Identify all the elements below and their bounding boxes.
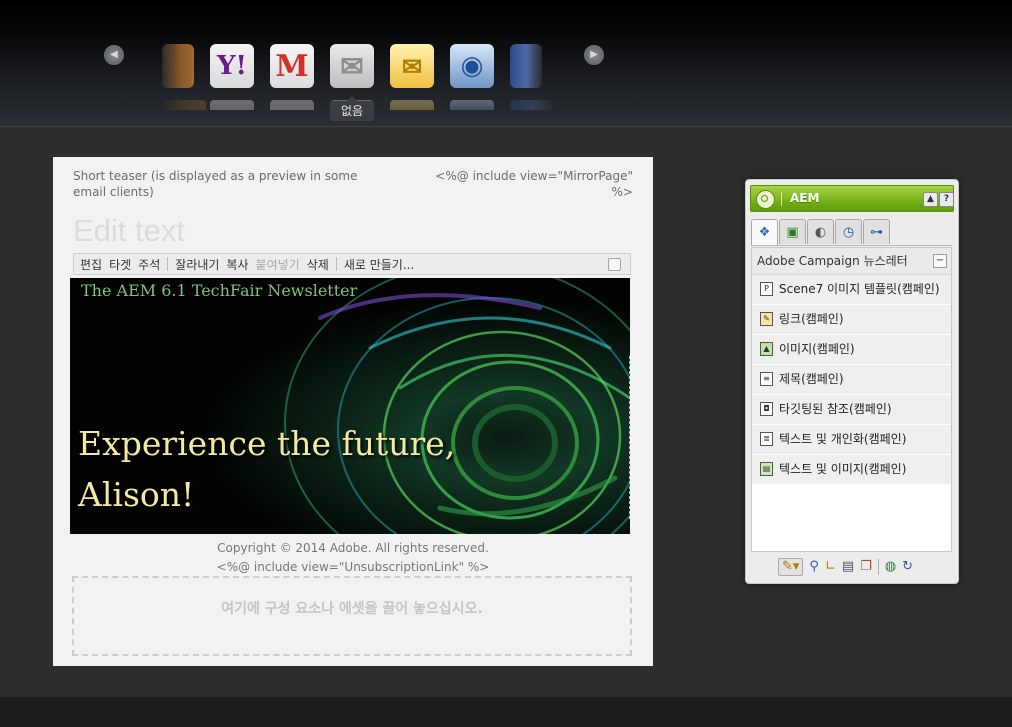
component-label: 타깃팅된 참조(캠페인) (779, 402, 892, 416)
carousel-next-button[interactable]: ▶ (584, 45, 604, 65)
text-personalization-icon: ≣ (760, 432, 773, 446)
envelope-glyph: ✉ (340, 49, 364, 83)
aem-logo-icon (756, 190, 775, 209)
title-icon: ≡ (760, 372, 773, 386)
outlook-icon[interactable]: ✉ (390, 44, 434, 110)
collapse-sidekick-button[interactable]: ▲ (923, 192, 938, 207)
yahoo-glyph: Y! (217, 51, 247, 81)
email-canvas: Short teaser (is displayed as a preview … (53, 157, 653, 666)
copy-button[interactable]: 복사 (226, 256, 248, 273)
gmail-icon[interactable]: M (270, 44, 314, 110)
delete-button[interactable]: 삭제 (307, 256, 329, 273)
component-item[interactable]: ≡ 제목(캠페인) (752, 365, 951, 395)
select-checkbox[interactable] (608, 258, 621, 271)
page-icon: ▣ (786, 224, 799, 240)
selected-device-label: 없음 (330, 96, 374, 121)
components-list: Adobe Campaign 뉴스레터 − P Scene7 이미지 템플릿(캠… (751, 247, 952, 552)
lock-icon: ◐ (814, 224, 827, 240)
component-label: Scene7 이미지 템플릿(캠페인) (779, 282, 940, 296)
page-properties-icon[interactable]: ▤ (842, 559, 854, 575)
globe-icon[interactable]: ◍ (885, 559, 896, 575)
component-item[interactable]: ≣ 텍스트 및 개인화(캠페인) (752, 425, 951, 455)
image-icon: ▲ (760, 342, 773, 356)
bottom-strip (0, 697, 1012, 727)
apple-mail-icon[interactable] (510, 44, 554, 110)
component-label: 링크(캠페인) (779, 312, 844, 326)
component-label: 제목(캠페인) (779, 372, 844, 386)
sidekick-title: AEM (790, 191, 820, 205)
bird-glyph: ◉ (460, 51, 484, 81)
mirror-page-include: <%@ include view="MirrorPage" %> (435, 169, 633, 199)
toolbar-separator (877, 559, 879, 575)
banner-header-text: The AEM 6.1 TechFair Newsletter (81, 281, 358, 300)
footer-copyright: Copyright © 2014 Adobe. All rights reser… (53, 539, 653, 577)
sidekick-tabs: ❖ ▣ ◐ ◷ ⊶ (751, 219, 952, 246)
clock-icon: ◷ (842, 224, 855, 240)
component-label: 텍스트 및 개인화(캠페인) (779, 432, 907, 446)
sidekick-panel: AEM ▲ ? ❖ ▣ ◐ ◷ ⊶ Adobe Campaign 뉴스레터 − … (745, 179, 959, 584)
banner-headline-line1: Experience the future, (78, 424, 456, 463)
sidekick-bottom-toolbar: ✎▾ ⚲ ∟ ▤ ❐ ◍ ↻ (751, 556, 952, 578)
cut-button[interactable]: 잘라내기 (175, 256, 219, 273)
short-teaser-text[interactable]: Short teaser (is displayed as a preview … (73, 168, 393, 200)
refresh-icon[interactable]: ↻ (902, 559, 913, 575)
design-mode-ruler-icon[interactable]: ∟ (825, 559, 836, 575)
clock-envelope-glyph: ✉ (401, 51, 423, 81)
component-outline (629, 356, 631, 519)
banner-headline-line2: Alison! (78, 475, 195, 514)
paste-button[interactable]: 붙여넣기 (256, 256, 300, 273)
device-carousel: ◀ Y! M ✉ ✉ ◉ ▶ 없음 (0, 0, 1012, 127)
target-button[interactable]: 타겟 (109, 256, 131, 273)
component-dropzone[interactable]: 여기에 구성 요소나 에셋을 끌어 놓으십시오. (72, 576, 632, 656)
toolbar-separator (335, 257, 337, 271)
help-button[interactable]: ? (939, 192, 954, 207)
link-pencil-icon: ✎ (760, 312, 773, 326)
carousel-prev-button[interactable]: ◀ (104, 45, 124, 65)
unsubscribe-include: <%@ include view="UnsubscriptionLink" %> (216, 560, 490, 574)
newsletter-banner-image[interactable]: The AEM 6.1 TechFair Newsletter Experien… (70, 278, 630, 534)
edit-mode-pencil-icon[interactable]: ✎▾ (778, 558, 804, 576)
new-button[interactable]: 새로 만들기... (344, 256, 414, 273)
tab-page[interactable]: ▣ (779, 219, 806, 244)
component-label: 이미지(캠페인) (779, 342, 855, 356)
sidekick-header[interactable]: AEM ▲ ? (750, 185, 954, 212)
components-icon: ❖ (758, 225, 771, 240)
component-item[interactable]: ▤ 텍스트 및 이미지(캠페인) (752, 455, 951, 485)
edit-text-placeholder[interactable]: Edit text (73, 213, 185, 249)
gmail-glyph: M (275, 48, 309, 84)
tab-versioning[interactable]: ◷ (835, 219, 862, 244)
component-group-label: Adobe Campaign 뉴스레터 (757, 254, 908, 268)
component-group-header[interactable]: Adobe Campaign 뉴스레터 − (752, 248, 951, 275)
thunderbird-icon[interactable] (162, 44, 206, 110)
thunderbird-icon[interactable]: ◉ (450, 44, 494, 110)
component-item[interactable]: ◘ 타깃팅된 참조(캠페인) (752, 395, 951, 425)
toolbar-separator (167, 257, 169, 271)
component-item[interactable]: ✎ 링크(캠페인) (752, 305, 951, 335)
preview-magnifier-icon[interactable]: ⚲ (809, 559, 819, 575)
tab-components[interactable]: ❖ (751, 219, 778, 245)
component-label: 텍스트 및 이미지(캠페인) (779, 462, 907, 476)
yahoo-mail-icon[interactable]: Y! (210, 44, 254, 110)
copyright-text: Copyright © 2014 Adobe. All rights reser… (217, 541, 489, 555)
targeted-reference-icon: ◘ (760, 402, 773, 416)
workflow-icon: ⊶ (870, 224, 883, 240)
tab-information[interactable]: ◐ (807, 219, 834, 244)
scene7-template-icon: P (760, 282, 773, 296)
generic-mail-icon[interactable]: ✉ (330, 44, 374, 110)
header-divider (781, 192, 782, 206)
component-edit-toolbar: 편집 타겟 주석 잘라내기 복사 붙여넣기 삭제 새로 만들기... (73, 253, 631, 275)
component-item[interactable]: P Scene7 이미지 템플릿(캠페인) (752, 275, 951, 305)
annotate-button[interactable]: 주석 (138, 256, 160, 273)
component-item[interactable]: ▲ 이미지(캠페인) (752, 335, 951, 365)
copy-page-icon[interactable]: ❐ (860, 559, 872, 575)
text-image-icon: ▤ (760, 462, 773, 476)
tab-workflow[interactable]: ⊶ (863, 219, 890, 244)
collapse-group-icon[interactable]: − (933, 254, 947, 268)
edit-button[interactable]: 편집 (80, 256, 102, 273)
